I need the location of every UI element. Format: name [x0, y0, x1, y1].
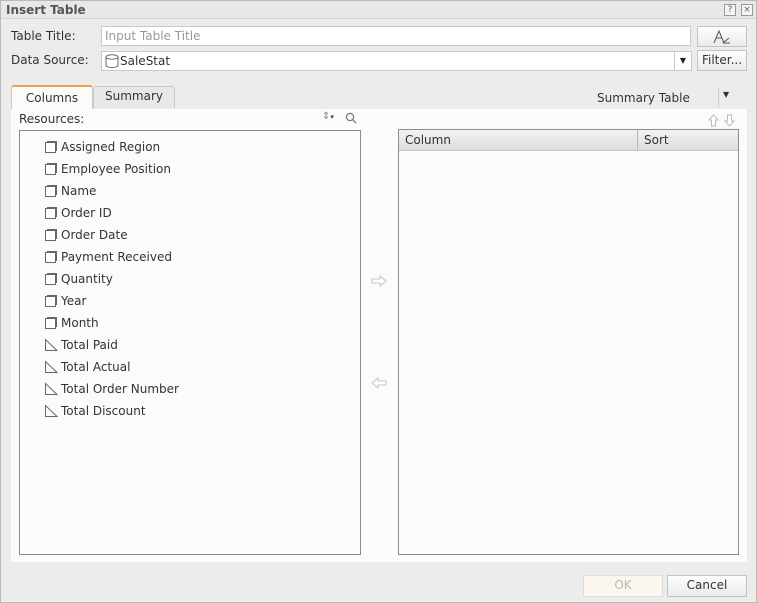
- column-header-sort[interactable]: Sort: [638, 130, 738, 151]
- resource-item[interactable]: Payment Received: [44, 247, 172, 267]
- data-source-label: Data Source:: [11, 53, 89, 67]
- measure-icon: [45, 404, 58, 417]
- table-title-input[interactable]: Input Table Title: [101, 26, 691, 46]
- resource-item-label: Order ID: [61, 206, 112, 220]
- dimension-icon: [45, 185, 57, 197]
- cancel-button[interactable]: Cancel: [667, 575, 747, 597]
- resource-item[interactable]: Total Actual: [44, 357, 130, 377]
- close-icon: ×: [743, 5, 751, 15]
- column-header-column[interactable]: Column: [399, 130, 638, 151]
- selected-columns-grid[interactable]: Column Sort: [398, 129, 739, 555]
- move-down-icon[interactable]: [724, 114, 735, 127]
- table-title-placeholder: Input Table Title: [105, 29, 201, 43]
- resource-item-label: Total Paid: [61, 338, 118, 352]
- resource-item[interactable]: Order Date: [44, 225, 128, 245]
- ok-button[interactable]: OK: [583, 575, 663, 597]
- tab-columns[interactable]: Columns: [11, 85, 93, 110]
- dimension-icon: [45, 163, 57, 175]
- dimension-icon: [45, 273, 57, 285]
- database-icon: [105, 53, 119, 68]
- title-bar[interactable]: Insert Table ? ×: [1, 1, 756, 19]
- data-source-select[interactable]: SaleStat ▼: [101, 51, 692, 71]
- measure-icon: [45, 338, 58, 351]
- resource-item[interactable]: Year: [44, 291, 86, 311]
- data-source-value: SaleStat: [120, 54, 171, 68]
- dimension-icon: [45, 141, 57, 153]
- table-type-select[interactable]: Summary Table ▼: [591, 87, 741, 109]
- resource-item-label: Month: [61, 316, 99, 330]
- resource-item-label: Year: [61, 294, 87, 308]
- insert-table-dialog: Insert Table ? × Table Title: Input Tabl…: [0, 0, 757, 603]
- resource-item-label: Total Discount: [61, 404, 146, 418]
- resource-item-label: Name: [61, 184, 97, 198]
- chevron-down-icon: ▼: [723, 90, 730, 99]
- resource-item-label: Order Date: [61, 228, 128, 242]
- chevron-down-icon: ▼: [679, 56, 687, 65]
- search-icon[interactable]: [345, 112, 357, 124]
- filter-button[interactable]: Filter...: [697, 50, 747, 71]
- data-source-dropdown-arrow[interactable]: ▼: [674, 52, 691, 70]
- text-format-icon: [713, 29, 730, 44]
- resource-item[interactable]: Assigned Region: [44, 137, 160, 157]
- resource-item-label: Total Order Number: [61, 382, 179, 396]
- table-title-label: Table Title:: [11, 29, 76, 43]
- measure-icon: [45, 382, 58, 395]
- help-icon: ?: [727, 5, 733, 15]
- dimension-icon: [45, 251, 57, 263]
- resource-item-label: Payment Received: [61, 250, 172, 264]
- resource-item[interactable]: Total Paid: [44, 335, 118, 355]
- resource-item[interactable]: Total Discount: [44, 401, 146, 421]
- resource-item[interactable]: Total Order Number: [44, 379, 179, 399]
- help-button[interactable]: ?: [724, 4, 736, 16]
- resources-label: Resources:: [19, 112, 85, 126]
- resource-item[interactable]: Order ID: [44, 203, 112, 223]
- resource-item-label: Quantity: [61, 272, 113, 286]
- resource-item-label: Total Actual: [61, 360, 131, 374]
- resource-item-label: Employee Position: [61, 162, 171, 176]
- table-type-value: Summary Table: [597, 91, 690, 105]
- resources-list[interactable]: Assigned Region Employee Position Name Orde…: [19, 130, 361, 555]
- resource-item[interactable]: Employee Position: [44, 159, 171, 179]
- resource-item[interactable]: Name: [44, 181, 96, 201]
- move-up-icon[interactable]: [708, 114, 719, 127]
- dimension-icon: [45, 207, 57, 219]
- add-column-arrow-icon[interactable]: [371, 275, 387, 287]
- sort-toggle-icon[interactable]: ⇕▾: [322, 111, 334, 122]
- close-button[interactable]: ×: [741, 4, 753, 16]
- tab-summary[interactable]: Summary: [93, 86, 175, 108]
- resource-item[interactable]: Quantity: [44, 269, 113, 289]
- dimension-icon: [45, 295, 57, 307]
- text-format-button[interactable]: [697, 26, 747, 47]
- resource-item[interactable]: Month: [44, 313, 99, 333]
- measure-icon: [45, 360, 58, 373]
- dimension-icon: [45, 229, 57, 241]
- dialog-title: Insert Table: [6, 3, 86, 17]
- divider: [718, 87, 719, 107]
- remove-column-arrow-icon[interactable]: [371, 377, 387, 389]
- columns-panel: Resources: ⇕▾ Assigned Region Employee Po…: [11, 109, 747, 562]
- resource-item-label: Assigned Region: [61, 140, 161, 154]
- dimension-icon: [45, 317, 57, 329]
